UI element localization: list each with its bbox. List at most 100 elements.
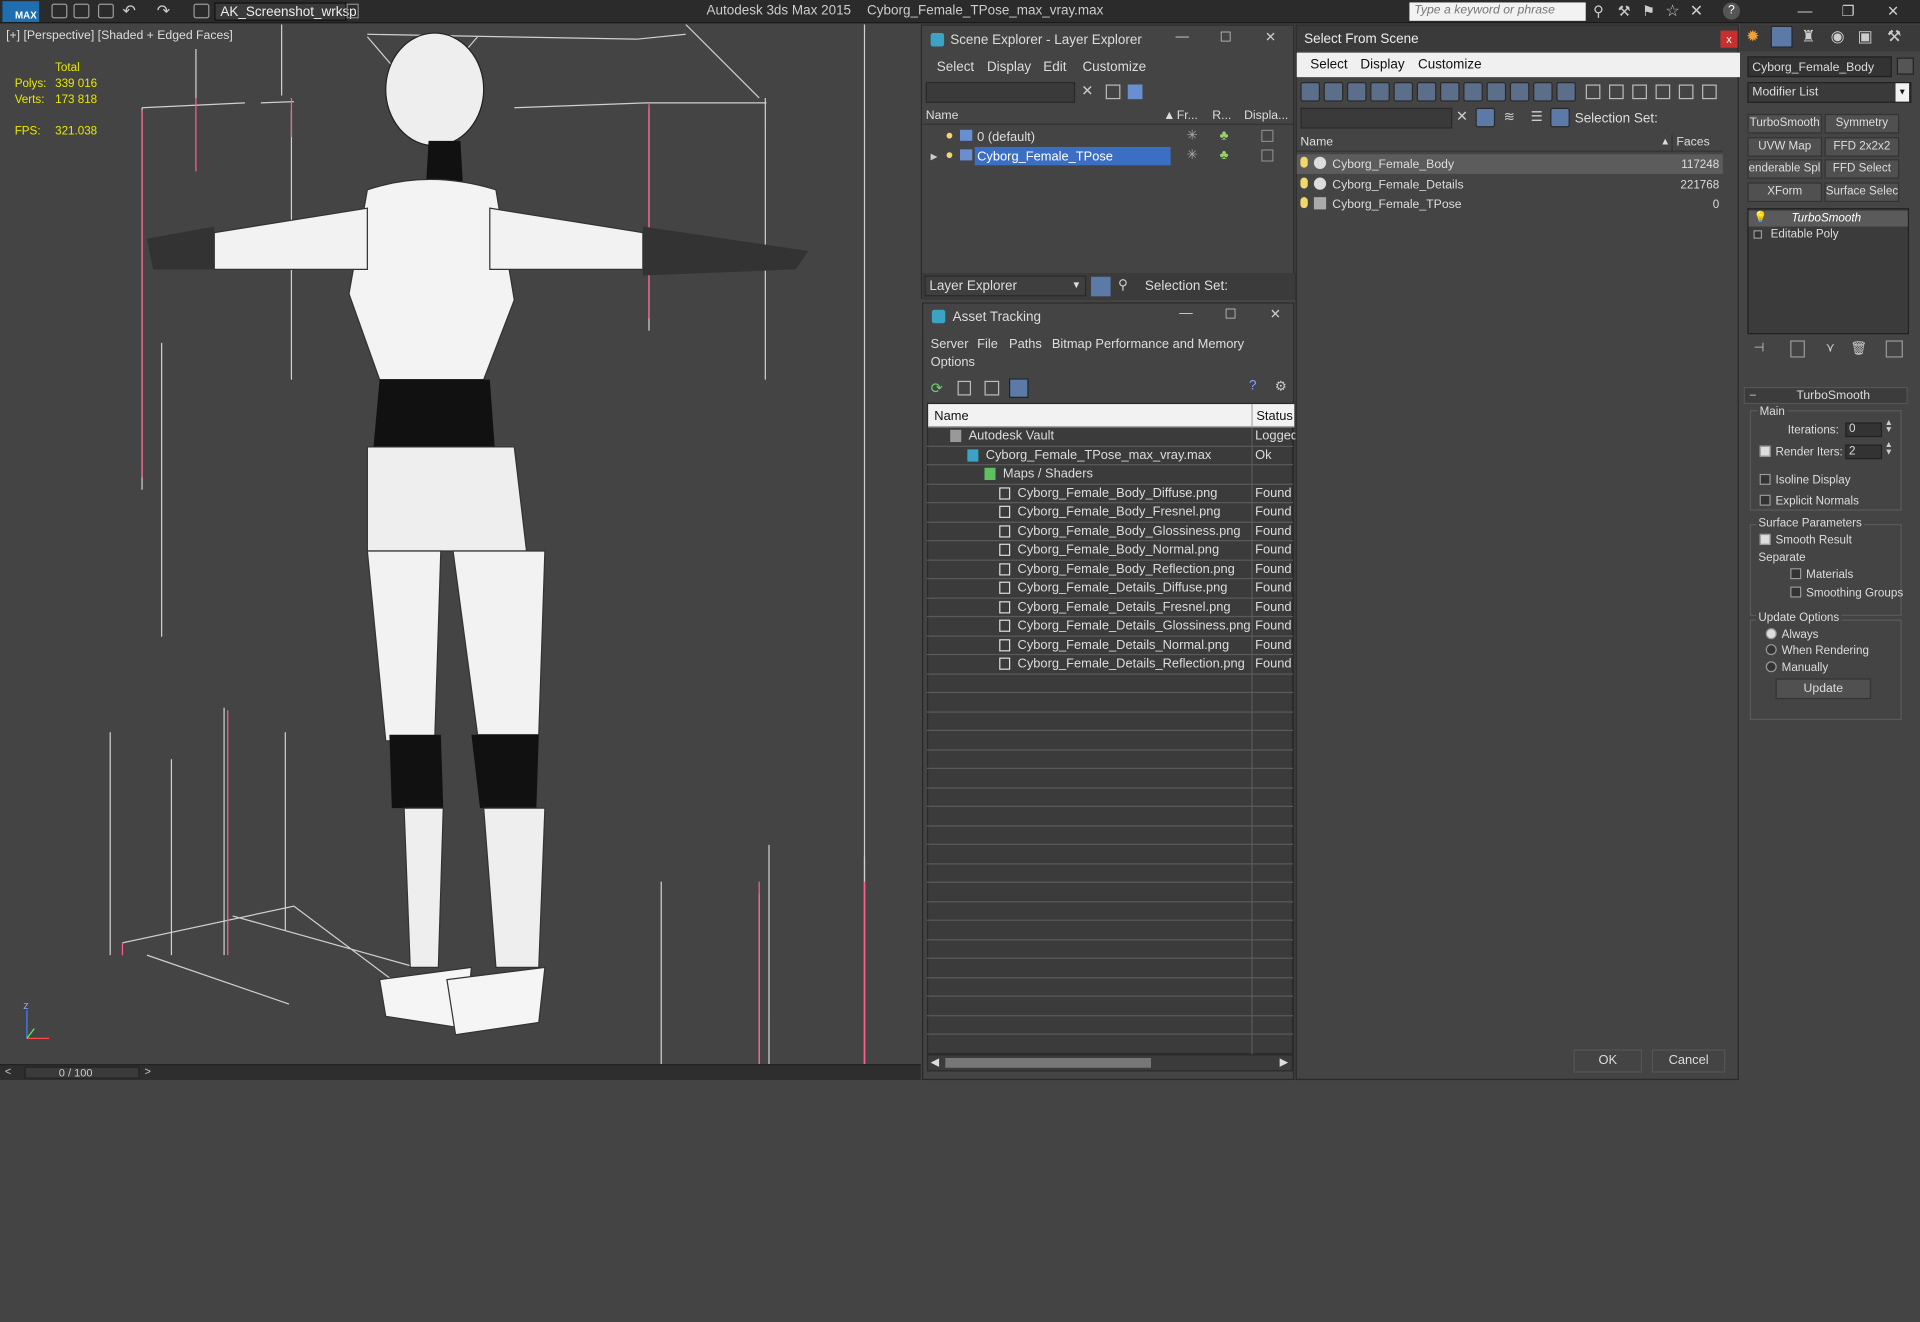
- se-filter-icon[interactable]: [1105, 84, 1121, 100]
- close-icon[interactable]: ✕: [1887, 2, 1899, 19]
- favorites-star-icon[interactable]: ☆: [1665, 1, 1679, 21]
- at-hscrollbar[interactable]: ◀ ▶: [926, 1054, 1294, 1072]
- at-close-icon[interactable]: ✕: [1270, 306, 1281, 322]
- cameras-filter-icon[interactable]: [1370, 82, 1390, 102]
- iterations-arrows-icon[interactable]: ▲ ▼: [1885, 419, 1893, 435]
- asset-row[interactable]: Cyborg_Female_Body_Fresnel.png Found: [927, 503, 1293, 522]
- freeze-icon[interactable]: ✳: [1187, 127, 1198, 144]
- list-view-icon[interactable]: [957, 380, 972, 396]
- modifier-button[interactable]: Symmetry: [1824, 113, 1900, 134]
- shapes-filter-icon[interactable]: [1323, 82, 1344, 102]
- hierarchy-view-icon[interactable]: [1678, 84, 1694, 100]
- at-col-status[interactable]: Status: [1256, 409, 1292, 424]
- smooth-result-checkbox[interactable]: [1759, 533, 1771, 545]
- se-col-name[interactable]: Name: [926, 109, 959, 122]
- always-radio[interactable]: [1765, 628, 1777, 640]
- modifier-button[interactable]: FFD 2x2x2: [1824, 136, 1900, 157]
- bulb-icon[interactable]: ●: [945, 129, 953, 144]
- sfs-layers-icon[interactable]: ≋: [1504, 109, 1515, 125]
- exchange-icon[interactable]: ✕: [1690, 1, 1703, 21]
- at-menu-server[interactable]: Server: [931, 337, 969, 352]
- layer-view-icon[interactable]: [1091, 276, 1111, 297]
- se-menu-edit[interactable]: Edit: [1043, 60, 1066, 75]
- se-menu-select[interactable]: Select: [937, 60, 974, 75]
- asset-row[interactable]: Cyborg_Female_TPose_max_vray.max Ok: [927, 446, 1293, 465]
- se-col-display[interactable]: Displa...: [1244, 109, 1288, 122]
- scroll-left-icon[interactable]: ◀: [931, 1056, 939, 1069]
- viewport-label[interactable]: [+] [Perspective] [Shaded + Edged Faces]: [6, 29, 233, 42]
- at-menu-bitmap[interactable]: Bitmap Performance and Memory: [1052, 337, 1244, 352]
- when-rendering-radio[interactable]: [1765, 644, 1777, 656]
- bulb-icon[interactable]: [1300, 176, 1308, 188]
- sfs-titlebar[interactable]: Select From Scene x: [1296, 25, 1738, 52]
- filter-funnel-icon[interactable]: [1655, 84, 1671, 100]
- sfs-close-icon[interactable]: x: [1720, 30, 1738, 48]
- spacewarps-filter-icon[interactable]: [1416, 82, 1437, 102]
- display-box-icon[interactable]: [1261, 149, 1274, 162]
- sfs-clear-search-icon[interactable]: ✕: [1456, 108, 1468, 125]
- layer-explorer-dropdown[interactable]: Layer Explorer ▼: [924, 275, 1087, 297]
- time-next-icon[interactable]: >: [144, 1065, 150, 1077]
- select-none-icon[interactable]: [1608, 84, 1624, 100]
- modifier-button[interactable]: Surface Select: [1824, 181, 1900, 202]
- at-col-name[interactable]: Name: [934, 409, 968, 424]
- search-input[interactable]: Type a keyword or phrase: [1409, 2, 1586, 21]
- thumbnail-view-icon[interactable]: [984, 380, 1000, 396]
- geometry-filter-icon[interactable]: [1300, 82, 1321, 102]
- expand-arrow-icon[interactable]: ▸: [931, 148, 938, 164]
- xrefs-filter-icon[interactable]: [1463, 82, 1483, 102]
- sfs-menu-display[interactable]: Display: [1360, 58, 1404, 73]
- open-file-icon[interactable]: [73, 3, 90, 19]
- scene-explorer-titlebar[interactable]: Scene Explorer - Layer Explorer — ☐ ✕: [922, 25, 1294, 56]
- at-settings-icon[interactable]: ⚙: [1275, 378, 1287, 395]
- asset-row[interactable]: Cyborg_Female_Details_Normal.png Found: [927, 636, 1293, 655]
- restore-icon[interactable]: ❐: [1842, 2, 1855, 19]
- asset-row[interactable]: Cyborg_Female_Details_Diffuse.png Found: [927, 579, 1293, 598]
- se-row-layer-default[interactable]: ● 0 (default) ✳ ♣: [923, 127, 1294, 145]
- sfs-menu-customize[interactable]: Customize: [1418, 58, 1482, 73]
- time-slider[interactable]: < 0 / 100 >: [0, 1064, 921, 1081]
- workspace-menu-icon[interactable]: [346, 3, 359, 19]
- remove-modifier-icon[interactable]: 🗑: [1850, 340, 1867, 357]
- render-iters-arrows-icon[interactable]: ▲ ▼: [1885, 441, 1893, 457]
- at-maximize-icon[interactable]: ☐: [1225, 306, 1237, 322]
- materials-checkbox[interactable]: [1790, 568, 1802, 580]
- se-col-freeze[interactable]: Fr...: [1177, 109, 1198, 122]
- sfs-row[interactable]: Cyborg_Female_TPose 0: [1297, 195, 1723, 215]
- groups-filter-icon[interactable]: [1440, 82, 1460, 102]
- modifier-button[interactable]: TurboSmooth: [1747, 113, 1823, 134]
- show-end-result-icon[interactable]: [1790, 340, 1805, 358]
- update-button[interactable]: Update: [1775, 678, 1872, 700]
- lights-filter-icon[interactable]: [1346, 82, 1367, 102]
- scene-explorer-minimize-icon[interactable]: —: [1176, 29, 1189, 44]
- sfs-col-faces[interactable]: Faces: [1676, 136, 1709, 149]
- bulb-icon[interactable]: [1300, 197, 1308, 209]
- display-tab-icon[interactable]: ▣: [1858, 27, 1873, 47]
- at-menu-file[interactable]: File: [977, 337, 998, 352]
- manually-radio[interactable]: [1765, 661, 1777, 673]
- asset-row[interactable]: Autodesk Vault Logged: [927, 427, 1298, 446]
- help-icon[interactable]: ?: [1722, 2, 1741, 20]
- save-file-icon[interactable]: [97, 3, 114, 19]
- project-folder-icon[interactable]: [193, 3, 210, 19]
- max-logo[interactable]: MAX: [2, 1, 40, 23]
- undo-icon[interactable]: ↶: [122, 1, 135, 21]
- render-teapot-icon[interactable]: ♣: [1220, 129, 1229, 144]
- modify-tab-icon[interactable]: [1770, 25, 1793, 48]
- explicit-normals-checkbox[interactable]: [1759, 494, 1771, 506]
- bulb-icon[interactable]: ●: [945, 148, 953, 163]
- render-iters-checkbox[interactable]: [1759, 445, 1771, 457]
- freeze-icon[interactable]: ✳: [1187, 147, 1198, 163]
- se-layers-icon[interactable]: [1127, 84, 1143, 100]
- sfs-col-name[interactable]: Name: [1300, 136, 1333, 149]
- modifier-button[interactable]: UVW Map: [1747, 136, 1823, 157]
- create-tab-icon[interactable]: ✹: [1746, 27, 1759, 47]
- motion-tab-icon[interactable]: ◉: [1831, 27, 1845, 47]
- workspace-dropdown[interactable]: AK_Screenshot_wrksp: [214, 2, 357, 21]
- rollout-header[interactable]: – TurboSmooth: [1743, 386, 1908, 405]
- redo-icon[interactable]: ↷: [157, 1, 170, 21]
- se-row-layer-cyborg[interactable]: ▸ ● Cyborg_Female_TPose ✳ ♣: [923, 146, 1294, 166]
- select-invert-icon[interactable]: [1632, 84, 1647, 100]
- sfs-sort-icon[interactable]: ▲: [1660, 136, 1670, 147]
- sfs-menu-select[interactable]: Select: [1310, 58, 1347, 73]
